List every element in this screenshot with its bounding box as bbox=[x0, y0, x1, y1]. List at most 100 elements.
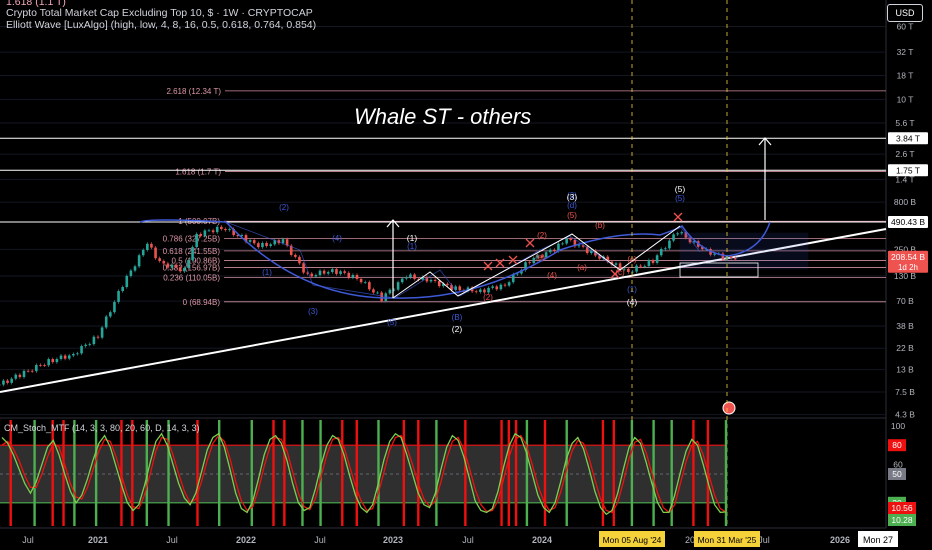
date-marker-label: Mon 05 Aug '24 bbox=[603, 535, 662, 545]
candle-body bbox=[162, 260, 166, 264]
y-tick-label: 7.5 B bbox=[895, 387, 915, 397]
candle-body bbox=[174, 264, 178, 268]
candle-body bbox=[76, 353, 79, 355]
candle-body bbox=[627, 268, 630, 273]
stoch-signal-bar bbox=[417, 420, 420, 526]
stoch-signal-bar bbox=[250, 420, 253, 526]
wave-label-blue: (3) bbox=[308, 307, 318, 316]
candle-body bbox=[261, 242, 264, 248]
wave-label-red: (a) bbox=[577, 263, 587, 272]
candle-body bbox=[437, 280, 441, 287]
candle-body bbox=[499, 284, 503, 290]
candle-body bbox=[207, 230, 211, 232]
candle-body bbox=[178, 267, 182, 272]
candle-body bbox=[211, 230, 215, 233]
candle-body bbox=[495, 286, 499, 290]
stoch-signal-bar bbox=[692, 420, 695, 526]
candle-body bbox=[22, 370, 26, 378]
x-tick-label: 20 bbox=[685, 535, 695, 545]
event-flag-icon bbox=[722, 401, 736, 415]
stoch-signal-bar bbox=[525, 420, 529, 526]
candle-body bbox=[553, 249, 556, 252]
wave-label-blue: (5) bbox=[387, 318, 397, 327]
x-tick-label: Jul bbox=[22, 535, 34, 545]
osc-y-tick: 60 bbox=[893, 459, 903, 469]
candle-body bbox=[125, 275, 129, 288]
candle-body bbox=[133, 266, 137, 271]
stoch-title: CM_Stoch_MTF (14, 3, 3, 80, 20, 60, D, 1… bbox=[4, 423, 200, 433]
candle-body bbox=[355, 274, 359, 279]
candle-body bbox=[67, 355, 71, 359]
wave-label-white: (1) bbox=[407, 233, 418, 243]
price-badge-label: 1.75 T bbox=[896, 165, 920, 175]
osc-level-label: 80 bbox=[892, 440, 902, 450]
candle-body bbox=[631, 271, 634, 273]
x-tick-label: 2026 bbox=[830, 535, 850, 545]
x-tick-label: 2024 bbox=[532, 535, 552, 545]
candle-body bbox=[2, 380, 5, 385]
candle-body bbox=[129, 270, 133, 276]
candle-body bbox=[191, 247, 194, 261]
candle-body bbox=[150, 243, 153, 248]
candle-body bbox=[170, 264, 174, 268]
candle-body bbox=[458, 286, 462, 291]
wave-label-white: (5) bbox=[675, 184, 686, 194]
wave-label-blue: (B) bbox=[452, 313, 463, 322]
fib-label: 0.236 (110.05B) bbox=[163, 274, 220, 283]
candle-body bbox=[433, 279, 437, 281]
fib-label: 2.618 (12.34 T) bbox=[166, 87, 221, 96]
candle-body bbox=[322, 270, 326, 274]
wave-label-blue: (2) bbox=[279, 203, 289, 212]
candle-body bbox=[413, 274, 416, 279]
stoch-signal-bar bbox=[355, 420, 358, 526]
candle-body bbox=[314, 275, 318, 277]
candle-body bbox=[643, 266, 647, 267]
currency-button[interactable]: USD bbox=[887, 4, 923, 22]
candle-body bbox=[257, 243, 260, 248]
candle-body bbox=[396, 282, 400, 290]
osc-y-tick: 100 bbox=[891, 421, 905, 431]
chart-canvas[interactable]: 2.618 (12.34 T)1.618 (1.7 T)1 (500.07B)0… bbox=[0, 0, 932, 550]
candle-body bbox=[405, 277, 408, 279]
candle-body bbox=[503, 284, 507, 286]
x-tick-label: Jul bbox=[462, 535, 474, 545]
candle-body bbox=[88, 344, 92, 345]
wave-label-red: (b) bbox=[595, 221, 605, 230]
candle-body bbox=[39, 364, 42, 366]
candle-body bbox=[561, 243, 564, 245]
wave-label-red: (5) bbox=[567, 211, 577, 220]
candle-body bbox=[318, 270, 322, 276]
candle-body bbox=[117, 291, 120, 302]
candle-body bbox=[655, 255, 659, 263]
y-tick-label: 800 B bbox=[894, 197, 917, 207]
price-badge-label: 490.43 B bbox=[891, 217, 925, 227]
candle-body bbox=[113, 301, 116, 313]
indicator-label: Elliott Wave [LuxAlgo] (high, low, 4, 8,… bbox=[6, 19, 317, 31]
stoch-signal-bar bbox=[94, 420, 98, 526]
candle-body bbox=[158, 258, 161, 261]
candle-body bbox=[384, 293, 388, 301]
stoch-signal-bar bbox=[73, 420, 76, 526]
price-badge-sub: 1d 2h bbox=[898, 263, 918, 272]
candle-body bbox=[372, 289, 375, 293]
candle-body bbox=[347, 272, 351, 278]
annotation-text: Whale ST - others bbox=[354, 104, 532, 129]
stoch-signal-bar bbox=[514, 420, 518, 526]
candle-body bbox=[363, 282, 367, 283]
candle-body bbox=[6, 380, 9, 383]
candle-body bbox=[544, 252, 548, 258]
stoch-signal-bar bbox=[283, 420, 286, 526]
candle-body bbox=[380, 292, 383, 301]
candle-body bbox=[479, 289, 482, 292]
candle-body bbox=[528, 262, 531, 264]
candle-body bbox=[339, 271, 342, 274]
candle-body bbox=[569, 238, 573, 240]
candle-body bbox=[220, 226, 223, 230]
candle-body bbox=[109, 312, 112, 317]
candle-body bbox=[51, 359, 55, 363]
wave-label-red: (e) bbox=[535, 253, 545, 262]
candle-body bbox=[59, 355, 63, 359]
candle-body bbox=[18, 374, 22, 378]
y-tick-label: 22 B bbox=[896, 343, 914, 353]
candle-body bbox=[388, 289, 392, 294]
